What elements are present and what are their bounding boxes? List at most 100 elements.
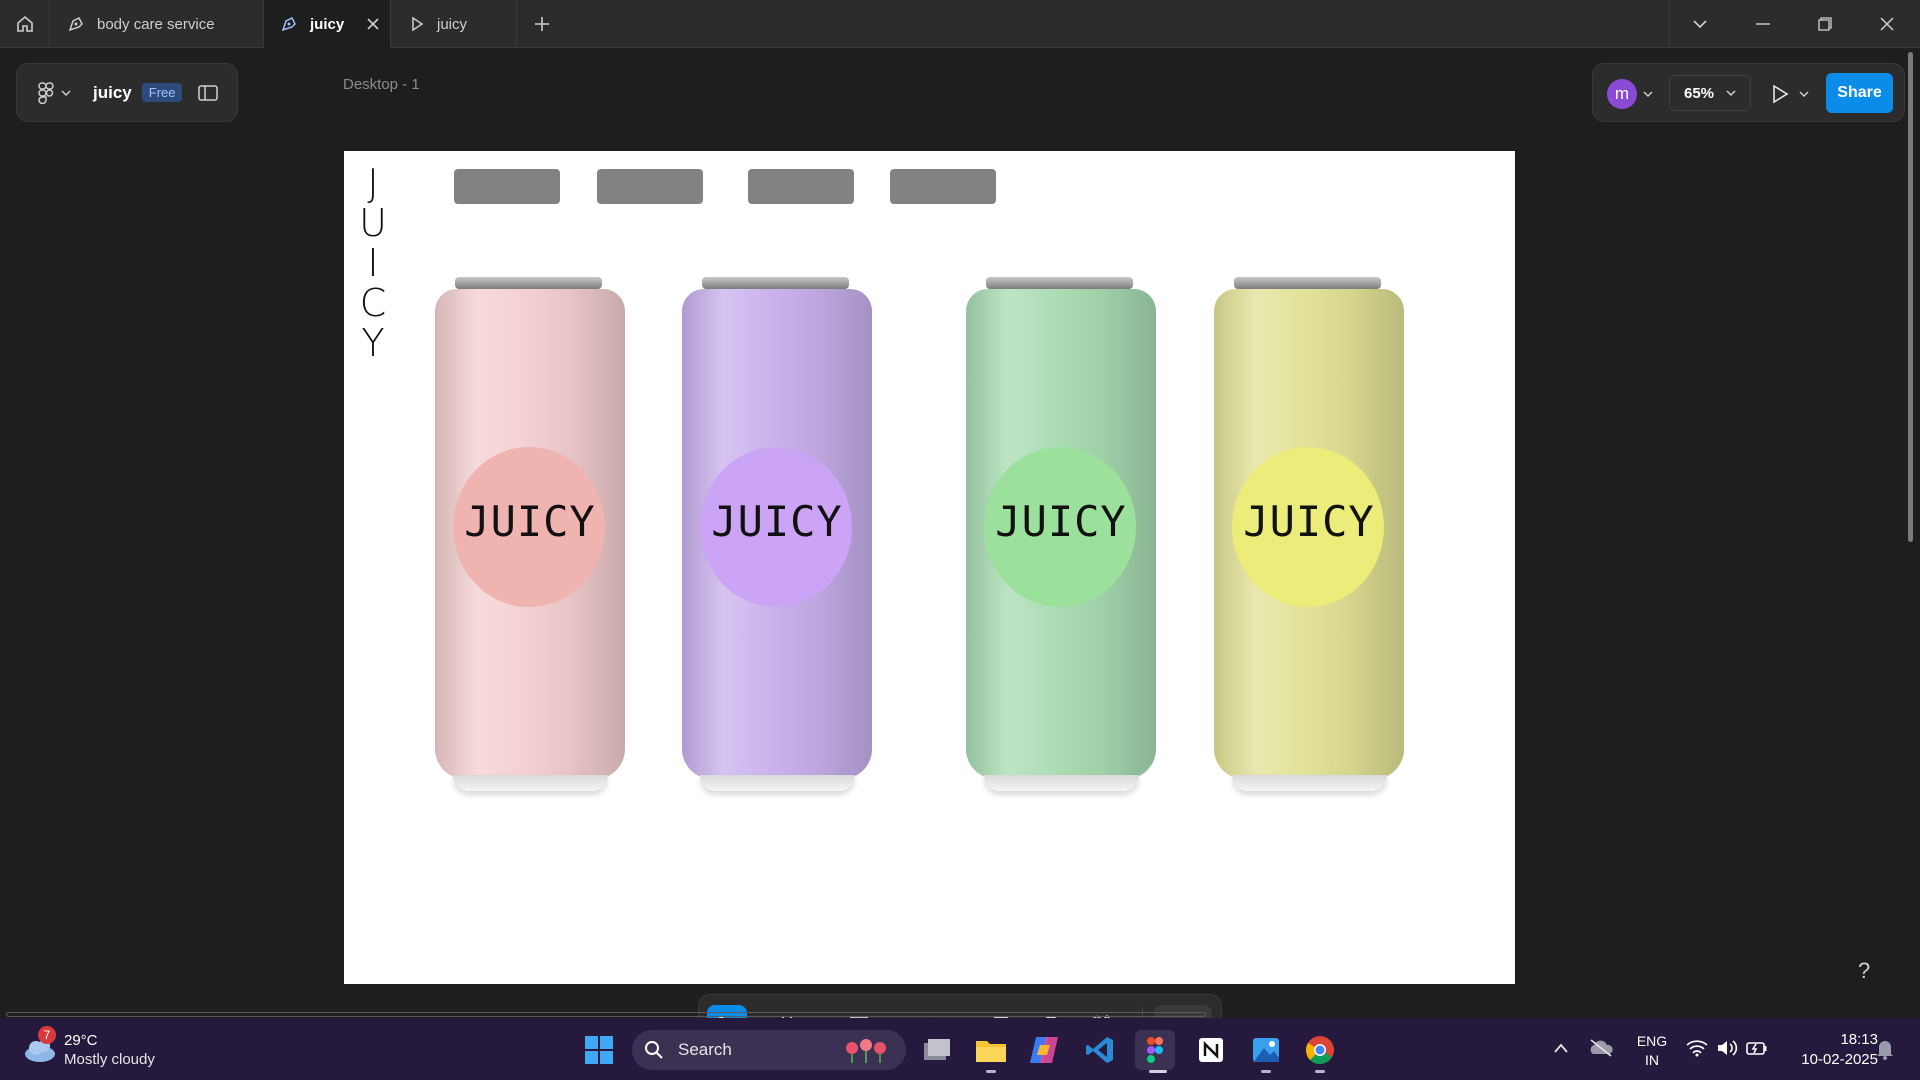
notification-bell-icon[interactable]	[1876, 1038, 1894, 1060]
vertical-title-letter: J	[367, 161, 379, 205]
tab-juicy-prototype[interactable]: juicy	[391, 0, 517, 48]
figma-pen-icon	[68, 16, 83, 32]
language-indicator[interactable]: ENG IN	[1634, 1032, 1670, 1070]
can-label-text: JUICY	[995, 497, 1127, 546]
play-icon	[412, 16, 424, 32]
juice-can-green[interactable]: JUICY	[966, 277, 1166, 792]
weather-alert-badge: 7	[38, 1026, 56, 1044]
chevron-down-icon	[1726, 90, 1736, 97]
nav-placeholder-1	[454, 169, 560, 204]
vscode-icon	[1086, 1037, 1113, 1063]
chrome-icon	[1306, 1036, 1334, 1065]
chevron-down-icon[interactable]	[1799, 90, 1809, 98]
can-label-text: JUICY	[1243, 497, 1375, 546]
tab-label: body care service	[97, 15, 215, 33]
frame-label[interactable]: Desktop - 1	[343, 76, 420, 93]
onedrive-offline-icon[interactable]	[1588, 1038, 1614, 1058]
close-icon[interactable]	[366, 17, 380, 31]
minimize-icon	[1756, 23, 1770, 25]
copilot-icon	[1030, 1037, 1058, 1063]
help-button[interactable]: ?	[1858, 958, 1870, 984]
vertical-scrollbar[interactable]	[1908, 52, 1913, 542]
language-line-2: IN	[1645, 1052, 1659, 1068]
minimize-button[interactable]	[1733, 0, 1793, 48]
chevron-down-icon	[1693, 20, 1707, 29]
juice-can-yellow[interactable]: JUICY	[1214, 277, 1414, 792]
task-view-button[interactable]	[917, 1030, 957, 1070]
can-lid	[702, 277, 849, 289]
clock-date: 10-02-2025	[1801, 1051, 1878, 1068]
close-window-button[interactable]	[1857, 0, 1917, 48]
tab-juicy-design[interactable]: juicy	[264, 0, 391, 48]
task-view-icon	[924, 1039, 950, 1060]
figma-pen-icon	[281, 16, 296, 32]
clock[interactable]: 18:13 10-02-2025	[1782, 1030, 1878, 1070]
vscode-button[interactable]	[1080, 1030, 1120, 1070]
chevron-down-icon[interactable]	[61, 89, 71, 97]
tab-body-care-service[interactable]: body care service	[51, 0, 264, 48]
nav-placeholder-4	[890, 169, 996, 204]
nav-placeholder-3	[748, 169, 854, 204]
title-bar: body care service juicy juicy	[0, 0, 1920, 48]
vertical-title-letter: U	[359, 201, 387, 245]
can-lid	[455, 277, 602, 289]
new-tab-button[interactable]	[517, 0, 567, 48]
sidebar-toggle-icon[interactable]	[198, 84, 219, 101]
vertical-title-letter: I	[367, 241, 379, 285]
volume-icon[interactable]	[1716, 1039, 1738, 1057]
canvas-workspace[interactable]: juicy Free m 65% Share Desktop - 1 J U I…	[0, 48, 1920, 1056]
share-button[interactable]: Share	[1826, 73, 1893, 113]
wifi-icon[interactable]	[1686, 1039, 1708, 1057]
taskbar-search[interactable]: Search	[632, 1030, 906, 1070]
chevron-up-icon[interactable]	[1553, 1042, 1569, 1054]
windows-taskbar: 7 29°C Mostly cloudy Search ENG IN 18:13…	[0, 1018, 1920, 1080]
figma-taskbar-button[interactable]	[1135, 1030, 1175, 1070]
notion-button[interactable]	[1191, 1030, 1231, 1070]
present-play-icon[interactable]	[1771, 84, 1789, 104]
zoom-control[interactable]: 65%	[1669, 75, 1751, 111]
chrome-button[interactable]	[1300, 1030, 1340, 1070]
close-icon	[1880, 17, 1894, 31]
plus-icon	[535, 17, 549, 31]
restore-button[interactable]	[1795, 0, 1855, 48]
juice-can-purple[interactable]: JUICY	[682, 277, 882, 792]
design-frame[interactable]: J U I C Y JUICY JUICY JUICY JUICY	[344, 151, 1515, 984]
photos-button[interactable]	[1246, 1030, 1286, 1070]
clock-time: 18:13	[1840, 1031, 1878, 1048]
header-right-panel: m 65% Share	[1592, 63, 1905, 122]
figma-logo-icon[interactable]	[37, 81, 55, 104]
tab-label: juicy	[437, 15, 468, 33]
tabs-dropdown-button[interactable]	[1670, 0, 1730, 48]
search-icon	[645, 1041, 663, 1059]
can-label-text: JUICY	[711, 497, 843, 546]
flowers-decoration-icon	[846, 1039, 886, 1063]
folder-icon	[976, 1041, 1006, 1062]
can-lid	[986, 277, 1133, 289]
notion-icon	[1199, 1038, 1223, 1062]
juice-can-pink[interactable]: JUICY	[435, 277, 635, 792]
battery-icon[interactable]	[1746, 1039, 1768, 1057]
chevron-down-icon[interactable]	[1643, 90, 1653, 98]
copilot-button[interactable]	[1024, 1030, 1064, 1070]
can-lid	[1234, 277, 1381, 289]
windows-logo-icon	[585, 1036, 613, 1064]
home-tab[interactable]	[0, 0, 50, 48]
search-label: Search	[678, 1040, 732, 1059]
weather-desc: Mostly cloudy	[64, 1051, 155, 1068]
horizontal-scrollbar[interactable]	[6, 1012, 1206, 1017]
avatar[interactable]: m	[1607, 79, 1637, 109]
restore-icon	[1818, 17, 1832, 31]
language-line-1: ENG	[1636, 1033, 1668, 1049]
start-button[interactable]	[579, 1030, 619, 1070]
weather-temp: 29°C	[64, 1032, 98, 1049]
file-name[interactable]: juicy	[93, 83, 132, 103]
home-icon	[16, 15, 33, 32]
can-label-text: JUICY	[464, 497, 596, 546]
zoom-level: 65%	[1684, 84, 1715, 102]
vertical-title-letter: Y	[361, 321, 385, 365]
file-explorer-button[interactable]	[971, 1030, 1011, 1070]
photos-icon	[1253, 1038, 1279, 1062]
weather-widget[interactable]: 7 29°C Mostly cloudy	[20, 1026, 170, 1072]
can-bottom	[700, 775, 855, 791]
file-panel: juicy Free	[16, 63, 238, 122]
